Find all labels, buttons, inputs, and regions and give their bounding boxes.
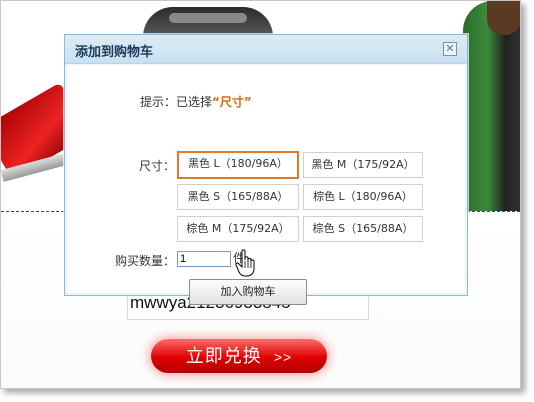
add-to-cart-dialog: 添加到购物车 ✕ 提示：已选择“尺寸” 尺寸： 黑色 L（180/96A） 黑色… <box>64 34 468 305</box>
hand-cursor-icon <box>235 249 255 277</box>
quantity-input[interactable] <box>177 251 231 267</box>
redeem-now-button[interactable]: 立即兑换 >> <box>151 339 327 373</box>
page-frame: mwwya21236933845 立即兑换>> 添加到购物车 ✕ 提示：已选择“… <box>0 0 521 389</box>
background-device-image <box>143 7 273 37</box>
size-option-black-m[interactable]: 黑色 M（175/92A） <box>303 152 423 178</box>
size-option-black-s[interactable]: 黑色 S（165/88A） <box>177 184 299 210</box>
size-option-brown-s[interactable]: 棕色 S（165/88A） <box>303 216 423 242</box>
size-option-brown-l[interactable]: 棕色 L（180/96A） <box>303 184 423 210</box>
add-to-cart-button[interactable]: 加入购物车 <box>189 279 307 305</box>
dialog-body: 提示：已选择“尺寸” 尺寸： 黑色 L（180/96A） 黑色 M（175/92… <box>67 65 465 305</box>
screenshot-canvas: mwwya21236933845 立即兑换>> 添加到购物车 ✕ 提示：已选择“… <box>0 0 534 402</box>
background-person-head <box>487 1 520 35</box>
hint-value: “尺寸” <box>212 95 252 109</box>
redeem-arrows: >> <box>273 349 293 365</box>
dialog-title: 添加到购物车 <box>75 45 154 60</box>
selection-hint: 提示：已选择“尺寸” <box>140 93 252 110</box>
dialog-titlebar: 添加到购物车 ✕ <box>65 35 467 64</box>
size-option-black-l[interactable]: 黑色 L（180/96A） <box>177 151 299 179</box>
quantity-label: 购买数量： <box>115 254 176 268</box>
size-label: 尺寸： <box>139 159 176 173</box>
redeem-now-label: 立即兑换 <box>185 346 262 366</box>
hint-label: 提示：已选择 <box>140 95 213 109</box>
size-option-brown-m[interactable]: 棕色 M（175/92A） <box>177 216 299 242</box>
close-icon[interactable]: ✕ <box>443 42 457 56</box>
